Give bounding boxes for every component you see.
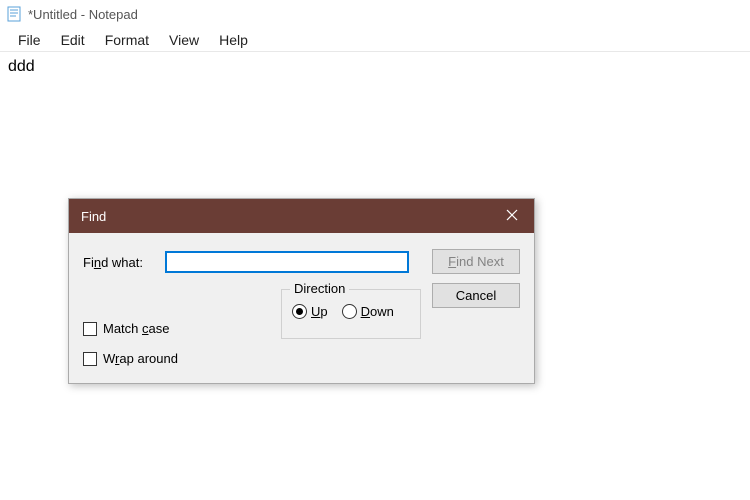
match-case-label: Match case [103, 321, 169, 336]
dialog-title: Find [81, 209, 106, 224]
find-dialog: Find Find what: Find Next Cancel Directi… [68, 198, 535, 384]
direction-group: Direction Up Down [281, 289, 421, 339]
close-icon [506, 209, 518, 224]
match-case-checkbox[interactable] [83, 322, 97, 336]
radio-up-label: Up [311, 304, 328, 319]
match-case-row[interactable]: Match case [83, 321, 169, 336]
menu-file[interactable]: File [8, 30, 51, 50]
menu-edit[interactable]: Edit [51, 30, 95, 50]
direction-legend: Direction [290, 281, 349, 296]
radio-up[interactable]: Up [292, 304, 328, 319]
notepad-icon [6, 6, 22, 22]
wrap-around-label: Wrap around [103, 351, 178, 366]
find-what-row: Find what: [83, 251, 409, 273]
wrap-around-row[interactable]: Wrap around [83, 351, 178, 366]
wrap-around-checkbox[interactable] [83, 352, 97, 366]
find-what-input[interactable] [165, 251, 409, 273]
menubar: File Edit Format View Help [0, 28, 750, 52]
radio-down-circle [342, 304, 357, 319]
radio-down-label: Down [361, 304, 394, 319]
editor-content: ddd [8, 58, 35, 75]
menu-help[interactable]: Help [209, 30, 258, 50]
menu-view[interactable]: View [159, 30, 209, 50]
find-what-label: Find what: [83, 255, 165, 270]
text-editor-area[interactable]: ddd [0, 52, 750, 80]
menu-format[interactable]: Format [95, 30, 159, 50]
cancel-button[interactable]: Cancel [432, 283, 520, 308]
dialog-titlebar[interactable]: Find [69, 199, 534, 233]
window-title: *Untitled - Notepad [28, 7, 138, 22]
find-next-button[interactable]: Find Next [432, 249, 520, 274]
window-titlebar: *Untitled - Notepad [0, 0, 750, 28]
radio-down[interactable]: Down [342, 304, 394, 319]
find-next-rest: ind Next [456, 254, 504, 269]
radio-up-circle [292, 304, 307, 319]
dialog-body: Find what: Find Next Cancel Direction Up… [69, 233, 534, 383]
radio-selected-dot [296, 308, 303, 315]
dialog-close-button[interactable] [490, 199, 534, 233]
